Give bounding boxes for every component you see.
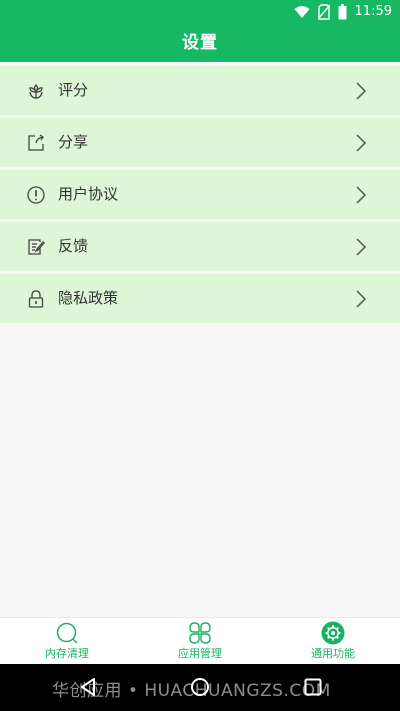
nav-tab-app-management[interactable]: 应用管理 (145, 621, 255, 665)
settings-item-label: 分享 (58, 133, 89, 151)
chevron-right-icon (356, 134, 367, 152)
nav-tab-general-functions[interactable]: 通用功能 (278, 621, 388, 665)
system-navigation-bar: 华创应用 • HUACHUANGZS.COM (0, 664, 400, 711)
battery-icon (338, 4, 347, 20)
app-header: x 11:59 设置 (0, 0, 400, 62)
back-icon[interactable] (78, 677, 98, 697)
home-icon[interactable] (190, 677, 210, 697)
search-icon (56, 622, 78, 644)
status-icons: x 11:59 (294, 4, 392, 20)
svg-text:x: x (304, 13, 308, 19)
share-icon (26, 133, 46, 153)
chevron-right-icon (356, 186, 367, 204)
lock-icon (26, 289, 46, 309)
info-icon (26, 185, 46, 205)
settings-item-rating[interactable]: 评分 (0, 66, 400, 115)
bottom-navigation: 内存清理 应用管理 通用功能 (0, 617, 400, 664)
settings-item-feedback[interactable]: 反馈 (0, 222, 400, 271)
settings-item-privacy-policy[interactable]: 隐私政策 (0, 274, 400, 323)
chevron-right-icon (356, 290, 367, 308)
settings-item-label: 用户协议 (58, 185, 119, 203)
chevron-right-icon (356, 82, 367, 100)
nav-tab-label: 通用功能 (311, 647, 355, 660)
nav-tab-label: 内存清理 (45, 647, 89, 660)
page-title: 设置 (182, 33, 218, 53)
edit-note-icon (26, 237, 46, 257)
settings-item-label: 评分 (58, 81, 89, 99)
wifi-icon: x (294, 6, 310, 19)
status-bar: x 11:59 (0, 0, 400, 24)
chevron-right-icon (356, 238, 367, 256)
settings-item-label: 隐私政策 (58, 289, 119, 307)
flower-icon (26, 81, 46, 101)
settings-list: 评分 分享 用户协议 反馈 隐私政策 (0, 66, 400, 326)
nav-tab-label: 应用管理 (178, 647, 222, 660)
status-time: 11:59 (354, 4, 392, 19)
settings-item-share[interactable]: 分享 (0, 118, 400, 167)
settings-item-user-agreement[interactable]: 用户协议 (0, 170, 400, 219)
nav-tab-memory-cleanup[interactable]: 内存清理 (12, 621, 122, 665)
no-sim-icon (317, 4, 330, 20)
gear-icon (321, 621, 345, 645)
clover-icon (189, 622, 211, 644)
settings-item-label: 反馈 (58, 237, 89, 255)
recent-apps-icon[interactable] (303, 677, 323, 697)
